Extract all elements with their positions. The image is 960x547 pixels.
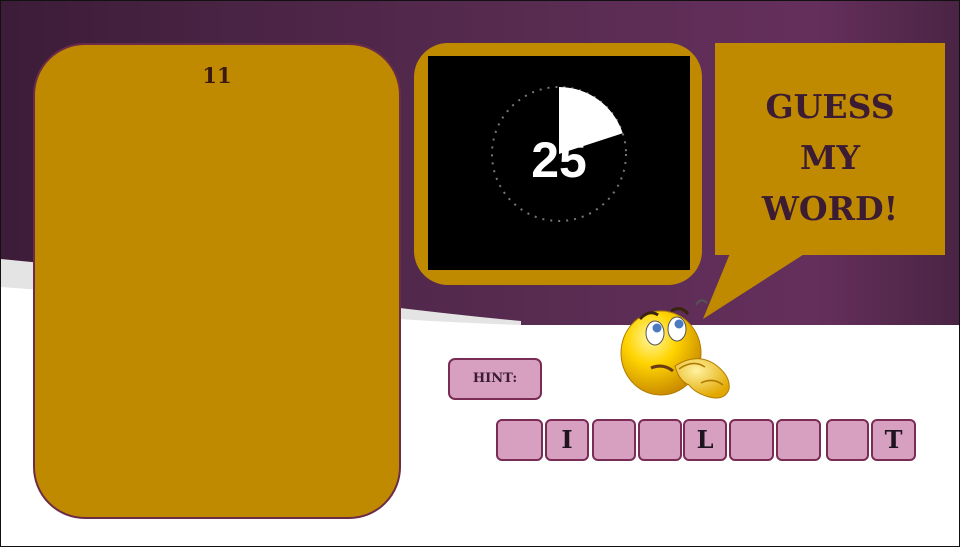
letter-tile-2[interactable]: I	[545, 419, 589, 461]
countdown-pie-icon: 25	[491, 86, 627, 222]
speech-bubble: GUESS MY WORD!	[715, 43, 945, 255]
letter-tile-3[interactable]	[592, 419, 636, 461]
speech-line-1: GUESS	[765, 87, 895, 126]
game-screen: 11 25 GUESS MY WORD! HINT: I L T	[0, 0, 960, 547]
letter-tile-9[interactable]: T	[871, 419, 916, 461]
letter-tile-4[interactable]	[638, 419, 682, 461]
hint-button[interactable]: HINT:	[448, 358, 542, 400]
word-count-panel: 11	[33, 43, 401, 519]
timer-display: 25	[428, 56, 690, 270]
letter-tile-5[interactable]: L	[683, 419, 727, 461]
speech-line-2: MY	[799, 138, 861, 177]
speech-line-3: WORD!	[761, 189, 899, 228]
letter-tile-7[interactable]	[776, 419, 821, 461]
word-count: 11	[202, 63, 232, 88]
letter-tile-1[interactable]	[496, 419, 543, 461]
speech-title: GUESS MY WORD!	[715, 81, 945, 234]
timer-seconds: 25	[531, 132, 587, 188]
letter-tile-8[interactable]	[826, 419, 869, 461]
thinking-face-icon	[620, 299, 730, 399]
letter-tile-6[interactable]	[729, 419, 774, 461]
